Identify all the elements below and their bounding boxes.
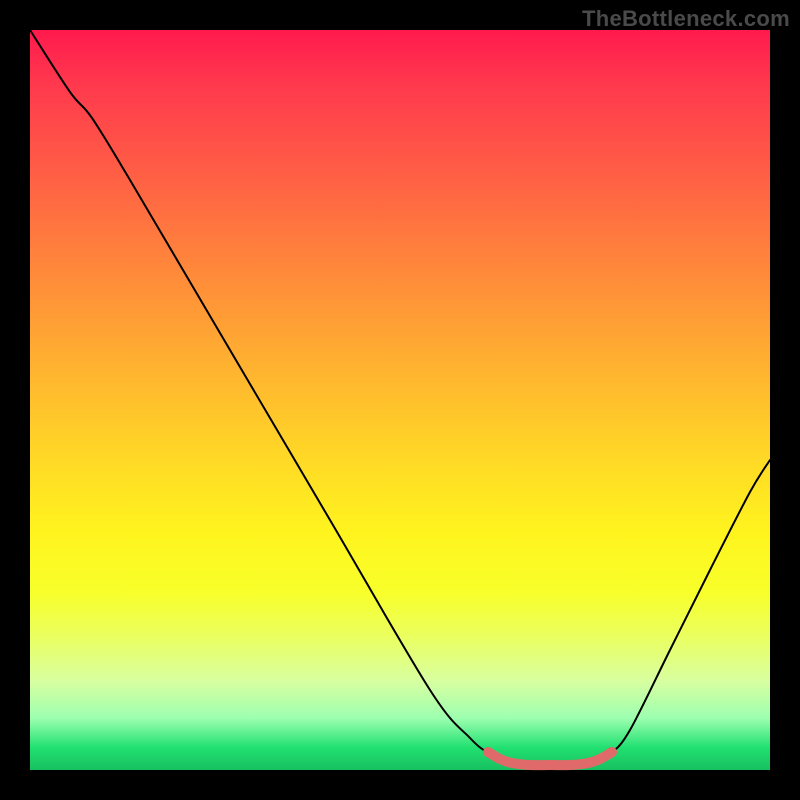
bottleneck-curve [30, 30, 770, 765]
watermark-text: TheBottleneck.com [582, 6, 790, 32]
curve-layer [30, 30, 770, 770]
trough-highlight [488, 752, 612, 765]
